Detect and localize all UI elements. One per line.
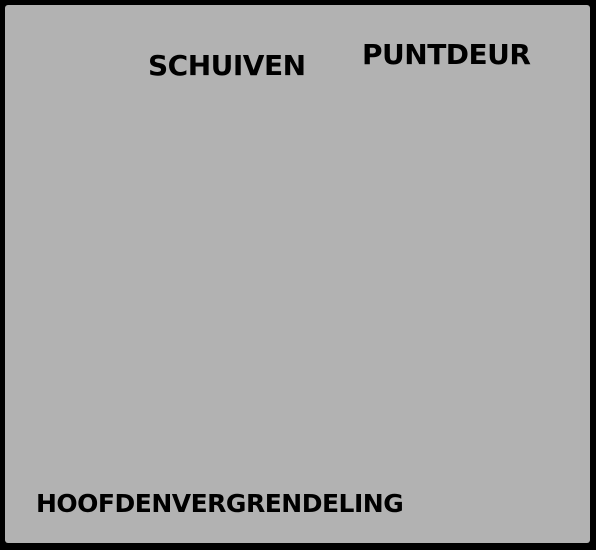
label-hoofdenvergrendeling: HOOFDENVERGRENDELING [36, 489, 404, 518]
label-schuiven: SCHUIVEN [148, 49, 306, 82]
grey-panel: SCHUIVEN PUNTDEUR HOOFDENVERGRENDELING [5, 5, 590, 543]
label-puntdeur: PUNTDEUR [362, 38, 531, 71]
